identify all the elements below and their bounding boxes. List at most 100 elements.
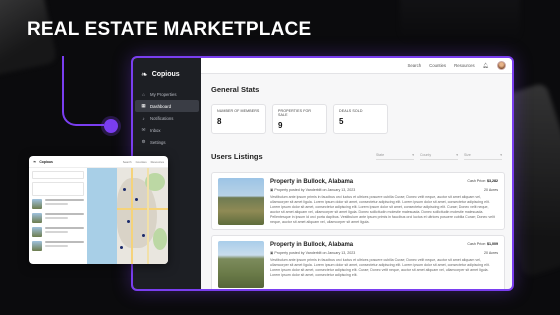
filter-label: Size [464,153,471,157]
property-photo [32,227,42,237]
dashboard-window: ❧ Copious ⌂ My Properties ▦ Dashboard ♪ … [131,56,514,291]
map-water [87,168,117,264]
sidebar-item-dashboard[interactable]: ▦ Dashboard [135,100,199,112]
list-item[interactable] [32,199,84,210]
leaf-icon: ❧ [33,159,37,164]
map-filter-box[interactable] [32,182,84,196]
sidebar-item-label: Settings [150,139,166,145]
listing-meta-text: Property posted by Vanderbilt on January… [274,188,356,192]
listing-meta: ▣ Property posted by Vanderbilt on Janua… [270,251,355,255]
nav-link-search[interactable]: Search [123,160,132,164]
grid-icon: ▦ [141,103,146,108]
stat-value: 5 [339,117,344,126]
list-item-text [45,227,84,238]
property-photo [32,199,42,209]
listing-card[interactable]: Property in Bullock, Alabama Cash Price:… [211,172,505,230]
sidebar-item-label: Inbox [150,127,161,133]
general-stats-title: General Stats [211,85,260,94]
price-value: $3,282 [487,179,498,183]
listing-acres: 20 Acres [484,188,498,192]
text-line [45,217,69,219]
listing-card[interactable]: Property in Bullock, Alabama Cash Price:… [211,235,505,289]
map-pin[interactable] [142,234,145,237]
main-content: Search Counties Resources 🔔︎ General Sta… [201,58,512,289]
brand-name: Copious [151,70,180,78]
list-item-text [45,213,84,224]
filter-label: County [420,153,432,157]
price-value: $1,009 [487,242,498,246]
map-header: ❧ Copious Search Counties Resources [29,156,168,168]
nav-link-search[interactable]: Search [408,63,422,68]
list-item-text [45,241,84,252]
sidebar-item-label: My Properties [150,91,177,97]
map-pin[interactable] [123,188,126,191]
bell-icon[interactable]: 🔔︎ [483,63,489,69]
property-photo[interactable] [218,178,264,225]
list-item-text [45,199,84,210]
home-icon: ⌂ [142,91,145,97]
map-road [117,208,168,210]
leaf-icon: ❧ [141,69,148,79]
nav-link-resources[interactable]: Resources [454,63,475,68]
sidebar-item-settings[interactable]: ⚙ Settings [135,136,199,148]
chevron-down-icon: ▾ [412,153,414,157]
map-pin[interactable] [135,198,138,201]
price-label: Cash Price: [467,242,486,246]
stat-value: 9 [278,121,283,130]
text-line [45,203,69,205]
listing-title[interactable]: Property in Bullock, Alabama [270,242,353,248]
map-road [147,168,149,264]
listing-title[interactable]: Property in Bullock, Alabama [270,179,353,185]
filter-county[interactable]: County ▾ [420,153,458,160]
brand[interactable]: ❧ Copious [133,58,201,82]
avatar[interactable] [497,61,506,70]
sidebar-item-my-properties[interactable]: ⌂ My Properties [135,88,199,100]
filter-size[interactable]: Size ▾ [464,153,502,160]
stat-value: 8 [217,117,222,126]
sidebar-item-notifications[interactable]: ♪ Notifications [135,112,199,124]
property-photo [32,241,42,251]
nav-link-counties[interactable]: Counties [429,63,446,68]
sidebar-item-inbox[interactable]: ✉ Inbox [135,124,199,136]
connector-dot [104,119,118,133]
nav-link-counties[interactable]: Counties [136,160,147,164]
text-line [45,245,69,247]
map-nav: Search Counties Resources [123,160,164,164]
filter-state[interactable]: State ▾ [376,153,414,160]
listing-meta: ▣ Property posted by Vanderbilt on Janua… [270,188,355,192]
background-card-blur [400,0,520,40]
stat-label: PROPERTIES FOR SALE [278,109,312,117]
mail-icon: ✉ [141,127,146,132]
map-brand-name: Copious [39,159,53,164]
listings-title: Users Listings [211,152,263,161]
stat-label: DEALS SOLD [339,109,363,113]
list-item[interactable] [32,241,84,252]
stat-card-properties: PROPERTIES FOR SALE 9 [272,104,327,134]
map-pin[interactable] [127,220,130,223]
chevron-down-icon: ▾ [500,153,502,157]
listing-acres: 20 Acres [484,251,498,255]
list-item[interactable] [32,227,84,238]
map-pin[interactable] [120,246,123,249]
property-photo[interactable] [218,241,264,288]
stat-card-members: NUMBER OF MEMBERS 8 [211,104,266,134]
filter-label: State [376,153,385,157]
map-filter-bar[interactable] [32,171,84,179]
chevron-down-icon: ▾ [456,153,458,157]
hero-title: REAL ESTATE MARKETPLACE [27,19,312,40]
map-canvas[interactable] [87,168,168,264]
gear-icon: ⚙ [141,139,146,144]
listing-price: Cash Price: $1,009 [467,242,498,246]
text-line [45,231,69,233]
listing-description: Vestibulum ante ipsum primis in faucibus… [270,195,495,224]
listing-description: Vestibulum ante ipsum primis in faucibus… [270,258,490,277]
property-photo [32,213,42,223]
text-line [45,227,84,229]
map-listing-panel [29,168,87,264]
bell-icon: ♪ [142,115,145,121]
map-park [153,228,167,250]
nav-link-resources[interactable]: Resources [151,160,164,164]
stat-label: NUMBER OF MEMBERS [217,109,260,113]
list-item[interactable] [32,213,84,224]
text-line [45,241,84,243]
